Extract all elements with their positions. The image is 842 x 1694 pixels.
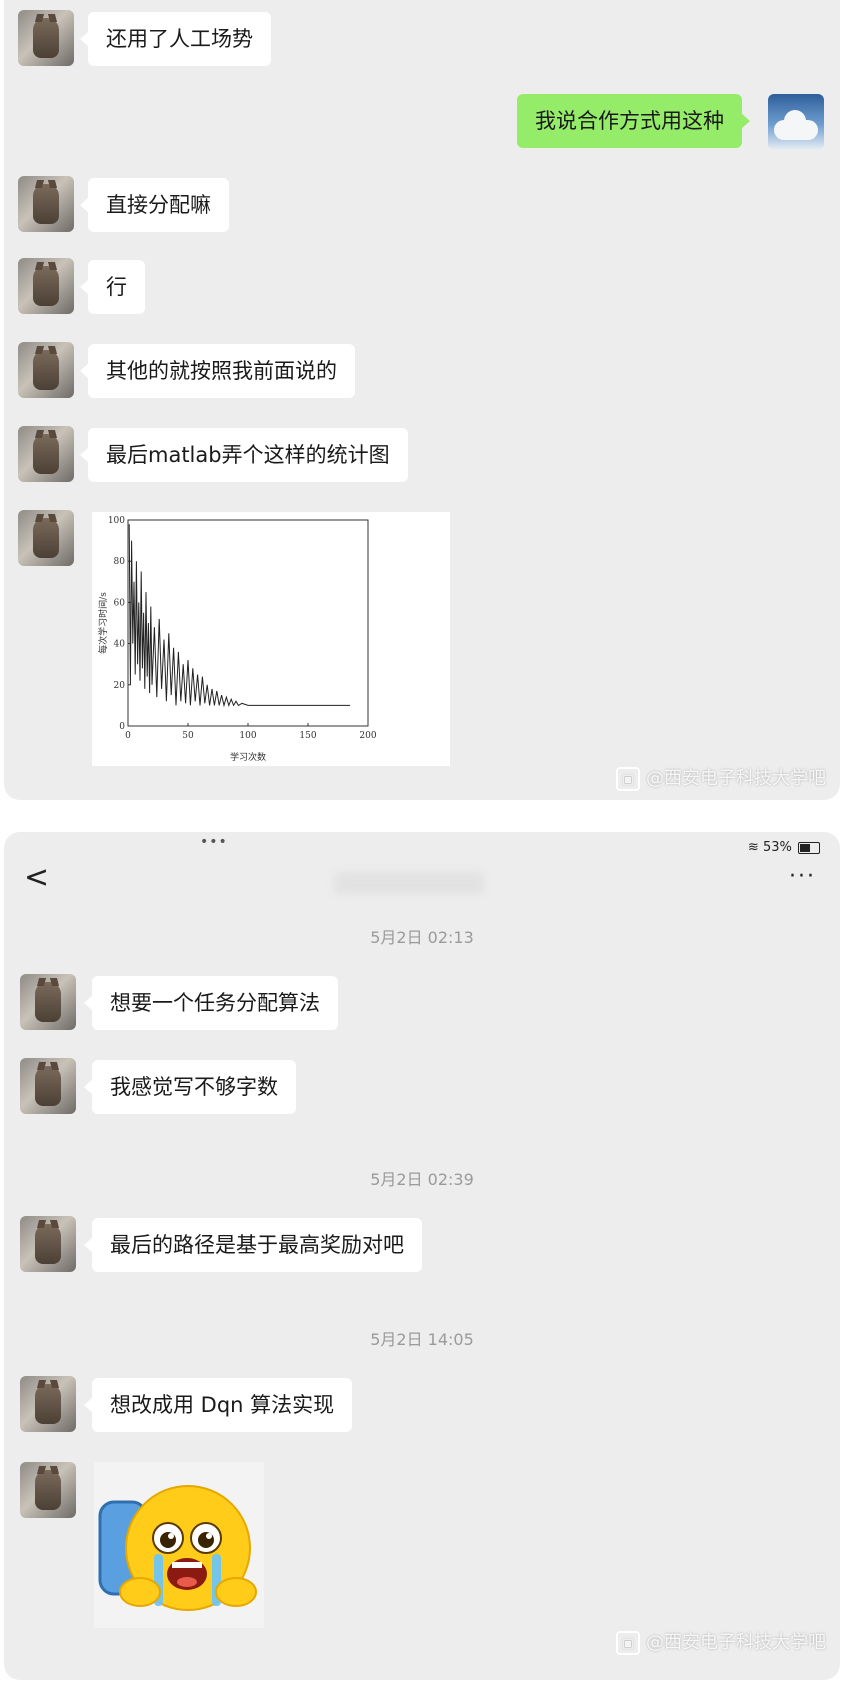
y-tick-label: 0 <box>119 722 125 732</box>
chart-frame <box>127 519 369 727</box>
wifi-icon: ≋ <box>747 840 759 855</box>
contact-avatar[interactable] <box>18 342 74 398</box>
timestamp: 5月2日 14:05 <box>370 1330 474 1349</box>
message-bubble[interactable]: 最后matlab弄个这样的统计图 <box>80 428 408 482</box>
battery-icon <box>798 841 820 854</box>
contact-avatar[interactable] <box>18 176 74 232</box>
message-bubble[interactable]: 其他的就按照我前面说的 <box>80 344 355 398</box>
contact-avatar[interactable] <box>20 974 76 1030</box>
contact-avatar[interactable] <box>20 1216 76 1272</box>
y-tick-label: 20 <box>114 681 126 691</box>
contact-avatar[interactable] <box>18 426 74 482</box>
contact-avatar[interactable] <box>20 1376 76 1432</box>
status-bar: ≋ 53% <box>748 840 820 855</box>
message-bubble[interactable]: 行 <box>80 260 145 314</box>
contact-avatar[interactable] <box>18 10 74 66</box>
x-tick-label: 100 <box>239 731 256 741</box>
contact-avatar[interactable] <box>18 510 74 566</box>
message-text: 想改成用 Dqn 算法实现 <box>110 1393 335 1417</box>
message-text: 想要一个任务分配算法 <box>110 991 320 1015</box>
self-avatar[interactable] <box>768 94 824 150</box>
message-bubble[interactable]: 想改成用 Dqn 算法实现 <box>83 1378 353 1432</box>
chat-screenshot-1: 还用了人工场势 我说合作方式用这种 直接分配嘛 行 其他的就按照我前面说的 最后… <box>4 0 840 800</box>
tieba-icon: ▣ <box>616 767 640 791</box>
chart-image-message[interactable]: 0 50 100 150 200 0 20 40 60 80 100 学习次数 每次学习时间/s <box>92 512 450 766</box>
message-text: 其他的就按照我前面说的 <box>106 359 337 383</box>
contact-avatar[interactable] <box>20 1058 76 1114</box>
learning-time-chart: 0 50 100 150 200 0 20 40 60 80 100 学习次数 每次学习时间/s <box>97 516 377 763</box>
message-text: 我说合作方式用这种 <box>535 109 724 133</box>
y-tick-label: 60 <box>114 598 126 608</box>
y-tick-label: 100 <box>108 516 125 526</box>
more-button[interactable]: ··· <box>789 864 816 889</box>
timestamp: 5月2日 02:39 <box>370 1170 474 1189</box>
message-bubble[interactable]: 最后的路径是基于最高奖励对吧 <box>84 1218 422 1272</box>
sticker-message[interactable] <box>94 1462 264 1628</box>
message-bubble[interactable]: 我感觉写不够字数 <box>84 1060 296 1114</box>
x-axis-label: 学习次数 <box>230 751 266 763</box>
message-bubble[interactable]: 还用了人工场势 <box>80 12 271 66</box>
watermark: ▣ @西安电子科技大学吧 <box>616 764 826 791</box>
x-tick-label: 50 <box>182 731 194 741</box>
contact-avatar[interactable] <box>20 1462 76 1518</box>
y-tick-label: 40 <box>114 640 126 650</box>
x-tick-label: 150 <box>299 731 316 741</box>
x-tick-label: 200 <box>359 731 376 741</box>
y-tick-label: 80 <box>114 557 126 567</box>
battery-percent: 53% <box>762 840 792 855</box>
message-text: 行 <box>106 275 127 299</box>
message-text: 最后的路径是基于最高奖励对吧 <box>110 1233 404 1257</box>
status-dots: ••• <box>200 834 228 850</box>
chat-title-redacted <box>334 872 484 894</box>
watermark: ▣ @西安电子科技大学吧 <box>616 1628 826 1655</box>
message-text: 直接分配嘛 <box>106 193 211 217</box>
series-line <box>128 524 350 708</box>
chat-screenshot-2: ••• ≋ 53% < ··· 5月2日 02:13 想要一个任务分配算法 我感… <box>4 832 840 1680</box>
message-text: 我感觉写不够字数 <box>110 1075 278 1099</box>
message-text: 最后matlab弄个这样的统计图 <box>106 443 390 467</box>
contact-avatar[interactable] <box>18 258 74 314</box>
message-text: 还用了人工场势 <box>106 27 253 51</box>
message-bubble[interactable]: 直接分配嘛 <box>80 178 229 232</box>
x-tick-label: 0 <box>125 731 131 741</box>
message-bubble[interactable]: 想要一个任务分配算法 <box>84 976 338 1030</box>
timestamp: 5月2日 02:13 <box>370 928 474 947</box>
y-axis-label: 每次学习时间/s <box>97 592 109 654</box>
back-button[interactable]: < <box>24 860 49 895</box>
crying-emoji-sticker <box>98 1485 257 1611</box>
message-bubble-self[interactable]: 我说合作方式用这种 <box>517 94 750 148</box>
tieba-icon: ▣ <box>616 1631 640 1655</box>
